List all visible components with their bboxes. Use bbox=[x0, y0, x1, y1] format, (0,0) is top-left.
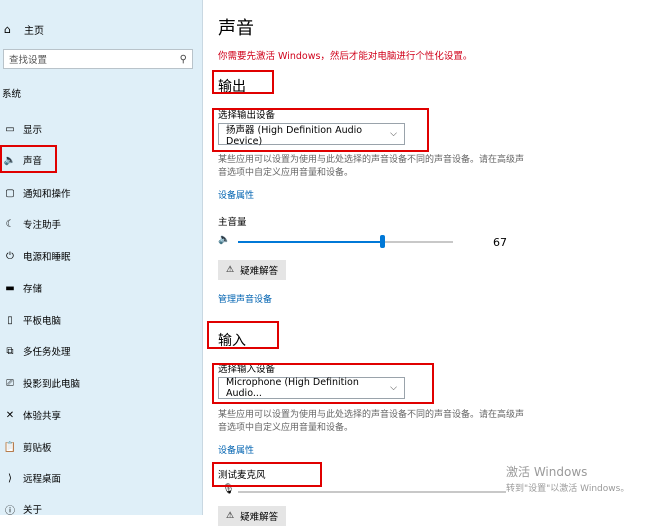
sidebar-item-label: 平板电脑 bbox=[23, 316, 62, 327]
output-troubleshoot-label: 疑难解答 bbox=[240, 266, 279, 277]
output-device-properties-link[interactable]: 设备属性 bbox=[218, 188, 254, 201]
search-icon: ⚲ bbox=[179, 53, 187, 65]
section-title: 系统 bbox=[2, 89, 22, 100]
sidebar-item-notifications[interactable]: ▢ 通知和操作 bbox=[0, 181, 200, 205]
tablet-icon: ▯ bbox=[7, 314, 13, 326]
highlight-box-input bbox=[207, 321, 279, 349]
sidebar-item-focus-assist[interactable]: ☾ 专注助手 bbox=[0, 212, 200, 236]
input-device-properties-link[interactable]: 设备属性 bbox=[218, 443, 254, 456]
sidebar-item-label: 专注助手 bbox=[23, 220, 62, 231]
home-label: 主页 bbox=[24, 25, 44, 37]
input-troubleshoot-label: 疑难解答 bbox=[240, 512, 279, 523]
sidebar-item-label: 存储 bbox=[23, 284, 43, 295]
home-icon: ⌂ bbox=[4, 22, 11, 36]
volume-value: 67 bbox=[493, 236, 507, 249]
sidebar: ⌂ 主页 查找设置 ⚲ 系统 ▭ 显示 🔈 声音 ▢ 通知和操作 ☾ 专注助手 … bbox=[0, 0, 203, 517]
activation-watermark-subtitle: 转到"设置"以激活 Windows。 bbox=[506, 484, 630, 494]
sidebar-item-about[interactable]: ⓘ 关于 bbox=[0, 497, 200, 521]
activation-watermark-title: 激活 Windows bbox=[506, 465, 588, 479]
output-troubleshoot-button[interactable]: ⚠ 疑难解答 bbox=[218, 260, 287, 280]
highlight-box-output bbox=[212, 70, 274, 94]
info-icon: ⓘ bbox=[5, 505, 15, 517]
sidebar-item-remote-desktop[interactable]: ⟩ 远程桌面 bbox=[0, 466, 200, 490]
page-title: 声音 bbox=[218, 18, 254, 39]
output-description: 某些应用可以设置为使用与此处选择的声音设备不同的声音设备。请在高级声音选项中自定… bbox=[218, 155, 525, 178]
search-input[interactable]: 查找设置 ⚲ bbox=[3, 49, 193, 69]
sidebar-item-label: 显示 bbox=[23, 125, 43, 136]
input-troubleshoot-button[interactable]: ⚠ 疑难解答 bbox=[218, 506, 287, 526]
clipboard-icon: 📋 bbox=[3, 441, 17, 453]
sidebar-item-label: 通知和操作 bbox=[23, 189, 71, 200]
sidebar-item-tablet[interactable]: ▯ 平板电脑 bbox=[0, 308, 200, 332]
home-nav-item[interactable]: ⌂ 主页 bbox=[4, 20, 44, 38]
warning-icon: ⚠ bbox=[226, 511, 235, 521]
search-placeholder: 查找设置 bbox=[9, 55, 48, 66]
manage-sound-devices-link[interactable]: 管理声音设备 bbox=[218, 292, 272, 305]
volume-slider-fill bbox=[238, 241, 382, 243]
remote-desktop-icon: ⟩ bbox=[8, 472, 12, 484]
sidebar-item-label: 关于 bbox=[23, 505, 43, 516]
sidebar-item-label: 远程桌面 bbox=[23, 474, 62, 485]
activation-warning: 你需要先激活 Windows，然后才能对电脑进行个性化设置。 bbox=[218, 51, 473, 62]
multitask-icon: ⧉ bbox=[6, 345, 14, 357]
notification-icon: ▢ bbox=[5, 187, 15, 199]
input-description: 某些应用可以设置为使用与此处选择的声音设备不同的声音设备。请在高级声音选项中自定… bbox=[218, 410, 525, 433]
sidebar-item-label: 电源和睡眠 bbox=[23, 252, 71, 263]
sidebar-item-label: 投影到此电脑 bbox=[23, 379, 81, 390]
sidebar-item-storage[interactable]: ▬ 存储 bbox=[0, 276, 200, 300]
power-icon: ⏻ bbox=[6, 250, 14, 262]
sidebar-item-power[interactable]: ⏻ 电源和睡眠 bbox=[0, 244, 200, 268]
share-icon: ✕ bbox=[5, 409, 15, 421]
sidebar-item-clipboard[interactable]: 📋 剪贴板 bbox=[0, 435, 200, 459]
display-icon: ▭ bbox=[5, 123, 15, 135]
mic-level-bar bbox=[238, 491, 506, 493]
highlight-box-sound bbox=[0, 145, 57, 173]
main-content: 声音 你需要先激活 Windows，然后才能对电脑进行个性化设置。 输出 选择输… bbox=[204, 0, 650, 526]
project-icon: ⎚ bbox=[6, 377, 14, 389]
sidebar-item-label: 剪贴板 bbox=[23, 443, 52, 454]
highlight-box-input-device bbox=[212, 363, 434, 404]
sidebar-item-multitasking[interactable]: ⧉ 多任务处理 bbox=[0, 339, 200, 363]
volume-speaker-icon[interactable]: 🔈 bbox=[218, 234, 230, 245]
sidebar-item-display[interactable]: ▭ 显示 bbox=[0, 117, 200, 141]
highlight-box-test-mic bbox=[212, 462, 322, 487]
focus-moon-icon: ☾ bbox=[5, 218, 15, 230]
sidebar-item-label: 多任务处理 bbox=[23, 347, 71, 358]
sidebar-item-shared-experiences[interactable]: ✕ 体验共享 bbox=[0, 403, 200, 427]
sidebar-item-label: 体验共享 bbox=[23, 411, 62, 422]
highlight-box-output-device bbox=[212, 108, 429, 152]
master-volume-label: 主音量 bbox=[218, 217, 247, 228]
sidebar-item-projecting[interactable]: ⎚ 投影到此电脑 bbox=[0, 371, 200, 395]
warning-icon: ⚠ bbox=[226, 265, 235, 275]
volume-slider-thumb[interactable] bbox=[380, 235, 385, 248]
storage-icon: ▬ bbox=[5, 282, 15, 294]
